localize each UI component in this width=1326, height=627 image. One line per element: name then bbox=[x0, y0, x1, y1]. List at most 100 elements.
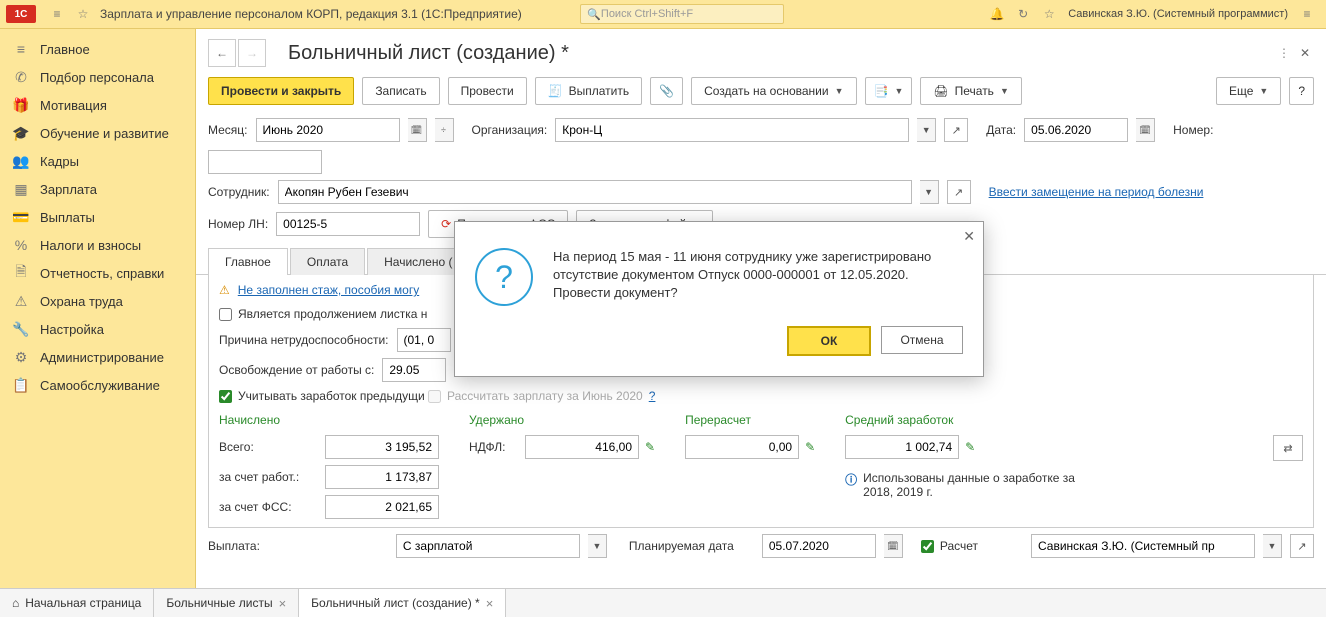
close-icon[interactable]: × bbox=[486, 596, 494, 611]
sidebar-item-label: Выплаты bbox=[40, 210, 95, 225]
reason-input[interactable] bbox=[397, 328, 451, 352]
doc-icon: 🗎 bbox=[12, 265, 30, 281]
recalc-input[interactable] bbox=[685, 435, 799, 459]
sidebar-item-main[interactable]: ≡Главное bbox=[0, 35, 195, 63]
calendar-icon[interactable]: 🗓 bbox=[884, 534, 903, 558]
employee-input[interactable] bbox=[278, 180, 912, 204]
month-input[interactable] bbox=[256, 118, 400, 142]
close-icon[interactable]: × bbox=[279, 596, 287, 611]
pencil-icon[interactable]: ✎ bbox=[805, 440, 815, 454]
chevron-down-icon[interactable]: ▼ bbox=[1263, 534, 1282, 558]
sidebar-item-reports[interactable]: 🗎 Отчетность, справки bbox=[0, 259, 195, 287]
prev-earn-label: Учитывать заработок предыдущи bbox=[238, 389, 425, 403]
tab-sicklist[interactable]: Больничные листы× bbox=[154, 589, 299, 617]
sidebar-item-training[interactable]: 🎓Обучение и развитие bbox=[0, 119, 195, 147]
sidebar-item-label: Налоги и взносы bbox=[40, 238, 141, 253]
responsible-input[interactable] bbox=[1031, 534, 1255, 558]
tab-payment[interactable]: Оплата bbox=[290, 248, 365, 275]
create-based-button[interactable]: Создать на основании▼ bbox=[691, 77, 856, 105]
global-search[interactable]: 🔍 Поиск Ctrl+Shift+F bbox=[580, 4, 784, 24]
prev-earn-checkbox[interactable] bbox=[219, 390, 232, 403]
sidebar-item-recruit[interactable]: ✆Подбор персонала bbox=[0, 63, 195, 91]
settings-bars-icon[interactable]: ≡ bbox=[1298, 5, 1316, 23]
sidebar-item-motivation[interactable]: 🎁Мотивация bbox=[0, 91, 195, 119]
tab-main[interactable]: Главное bbox=[208, 248, 288, 275]
star-outline-icon[interactable]: ☆ bbox=[74, 5, 92, 23]
employer-input[interactable] bbox=[325, 465, 439, 489]
print-button[interactable]: 🖨Печать▼ bbox=[920, 77, 1021, 105]
history-icon[interactable]: ↻ bbox=[1014, 5, 1032, 23]
kebab-icon[interactable]: ⋮ bbox=[1278, 46, 1290, 60]
chevron-down-icon[interactable]: ▼ bbox=[588, 534, 607, 558]
chevron-down-icon[interactable]: ▼ bbox=[917, 118, 936, 142]
nav-forward-button[interactable]: → bbox=[238, 39, 266, 67]
more-button[interactable]: Еще▼ bbox=[1216, 77, 1281, 105]
bell-icon[interactable]: 🔔 bbox=[988, 5, 1006, 23]
sidebar-item-taxes[interactable]: %Налоги и взносы bbox=[0, 231, 195, 259]
ndfl-input[interactable] bbox=[525, 435, 639, 459]
tab-sickdoc[interactable]: Больничный лист (создание) *× bbox=[299, 589, 506, 617]
sidebar-item-label: Подбор персонала bbox=[40, 70, 154, 85]
open-ref-icon[interactable]: ↗ bbox=[947, 180, 971, 204]
substitution-link[interactable]: Ввести замещение на период болезни bbox=[989, 185, 1204, 199]
fss-input[interactable] bbox=[325, 495, 439, 519]
date-input[interactable] bbox=[1024, 118, 1128, 142]
star-icon[interactable]: ☆ bbox=[1040, 5, 1058, 23]
sidebar-item-salary[interactable]: ▦Зарплата bbox=[0, 175, 195, 203]
wrench-icon: 🔧 bbox=[12, 321, 30, 337]
recalc-header: Перерасчет bbox=[685, 413, 815, 427]
recalc-button[interactable]: ⇄ bbox=[1273, 435, 1303, 461]
calendar-icon[interactable]: 🗓 bbox=[1136, 118, 1155, 142]
off-from-input[interactable] bbox=[382, 358, 446, 382]
cancel-button[interactable]: Отмена bbox=[881, 326, 963, 354]
payment-input[interactable] bbox=[396, 534, 580, 558]
ln-input[interactable] bbox=[276, 212, 420, 236]
pay-button[interactable]: 🧾 Выплатить bbox=[535, 77, 642, 105]
sidebar-item-admin[interactable]: ⚙Администрирование bbox=[0, 343, 195, 371]
open-ref-icon[interactable]: ↗ bbox=[944, 118, 968, 142]
tab-home[interactable]: ⌂Начальная страница bbox=[0, 589, 154, 617]
sidebar-item-hr[interactable]: 👥Кадры bbox=[0, 147, 195, 175]
continuation-label: Является продолжением листка н bbox=[238, 307, 427, 321]
calc-help-icon[interactable]: ? bbox=[649, 389, 656, 403]
close-icon[interactable]: ✕ bbox=[963, 228, 975, 245]
sidebar-item-safety[interactable]: ⚠Охрана труда bbox=[0, 287, 195, 315]
stepper-icon[interactable]: ÷ bbox=[435, 118, 454, 142]
warning-link[interactable]: Не заполнен стаж, пособия могу bbox=[238, 283, 419, 297]
org-input[interactable] bbox=[555, 118, 909, 142]
ok-button[interactable]: ОК bbox=[787, 326, 871, 356]
continuation-checkbox[interactable] bbox=[219, 308, 232, 321]
withheld-header: Удержано bbox=[469, 413, 655, 427]
help-button[interactable]: ? bbox=[1289, 77, 1314, 105]
total-input[interactable] bbox=[325, 435, 439, 459]
close-icon[interactable]: ✕ bbox=[1300, 46, 1310, 60]
write-button[interactable]: Записать bbox=[362, 77, 439, 105]
chevron-down-icon[interactable]: ▼ bbox=[920, 180, 939, 204]
menu-icon[interactable]: ≡ bbox=[48, 5, 66, 23]
sidebar-item-payments[interactable]: 💳 Выплаты bbox=[0, 203, 195, 231]
post-button[interactable]: Провести bbox=[448, 77, 527, 105]
ln-label: Номер ЛН: bbox=[208, 217, 268, 231]
app-logo: 1C bbox=[6, 5, 36, 23]
chevron-down-icon: ▼ bbox=[1000, 86, 1009, 96]
sidebar-item-label: Отчетность, справки bbox=[40, 266, 164, 281]
wallet-icon: 💳 bbox=[12, 209, 30, 225]
calc-label: Расчет bbox=[940, 539, 978, 553]
nav-back-button[interactable]: ← bbox=[208, 39, 236, 67]
number-input[interactable] bbox=[208, 150, 322, 174]
pay-icon: 🧾 bbox=[548, 84, 563, 98]
copy-struct-button[interactable]: 📑▼ bbox=[865, 77, 913, 105]
open-ref-icon[interactable]: ↗ bbox=[1290, 534, 1314, 558]
sidebar-item-self[interactable]: 📋Самообслуживание bbox=[0, 371, 195, 399]
pencil-icon[interactable]: ✎ bbox=[645, 440, 655, 454]
pencil-icon[interactable]: ✎ bbox=[965, 440, 975, 454]
planned-input[interactable] bbox=[762, 534, 876, 558]
planned-label: Планируемая дата bbox=[629, 539, 734, 553]
post-close-button[interactable]: Провести и закрыть bbox=[208, 77, 354, 105]
calendar-icon[interactable]: 🗓 bbox=[408, 118, 427, 142]
attach-button[interactable]: 📎 bbox=[650, 77, 683, 105]
sidebar-item-settings[interactable]: 🔧Настройка bbox=[0, 315, 195, 343]
calc-checkbox[interactable] bbox=[921, 540, 934, 553]
avg-input[interactable] bbox=[845, 435, 959, 459]
pay-label: Выплатить bbox=[569, 84, 630, 98]
